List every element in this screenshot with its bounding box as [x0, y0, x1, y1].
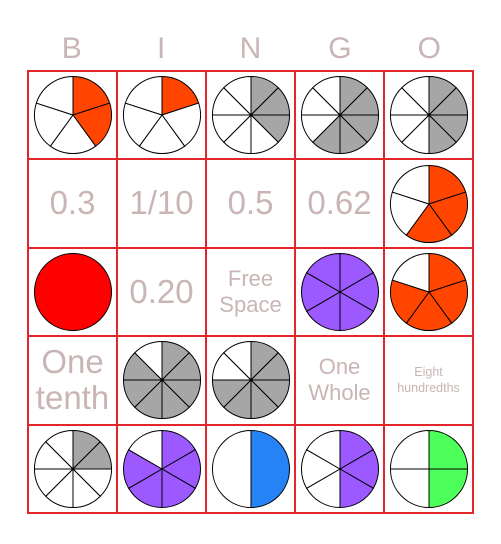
- fraction-pie-icon: [211, 76, 290, 155]
- pie-slice-empty: [389, 429, 429, 470]
- bingo-cell-o2[interactable]: [384, 159, 473, 248]
- bingo-cell-o3[interactable]: [384, 247, 473, 337]
- bingo-cell-b4[interactable]: One tenth: [28, 336, 117, 425]
- fraction-pie-icon: [389, 429, 468, 508]
- cell-text: One Whole: [308, 354, 371, 406]
- pie-slice-empty: [389, 468, 429, 508]
- bingo-cell-b1[interactable]: [28, 71, 117, 160]
- fraction-pie-icon: [300, 252, 379, 332]
- fraction-pie-icon: [211, 341, 290, 420]
- header-letter-i: I: [156, 32, 166, 65]
- header-letter-n: N: [239, 32, 262, 65]
- bingo-cell-n3[interactable]: Free Space: [206, 247, 295, 337]
- fraction-pie-icon: [300, 429, 379, 508]
- header-letter-o: O: [417, 32, 441, 65]
- fraction-pie-icon: [389, 164, 468, 243]
- pie-slice-empty: [211, 429, 251, 508]
- fraction-pie-icon: [389, 76, 468, 155]
- pie-center: [338, 113, 341, 117]
- bingo-cell-i3[interactable]: 0.20: [117, 247, 206, 337]
- bingo-cell-i2[interactable]: 1/10: [117, 159, 206, 248]
- cell-text: 0.3: [49, 184, 96, 222]
- cell-text: 1/10: [129, 184, 194, 222]
- bingo-cell-g5[interactable]: [295, 424, 384, 513]
- fraction-pie-icon: [122, 76, 201, 155]
- bingo-grid: 0.3 1/10 0.5 0.62 0.20 Free Space One tenth One…: [27, 70, 474, 514]
- pie-slice-filled: [250, 429, 290, 508]
- cell-text: 0.20: [129, 272, 194, 310]
- pie-slice: [33, 252, 112, 332]
- bingo-cell-n5[interactable]: [206, 424, 295, 513]
- pie-center: [427, 113, 430, 117]
- fraction-pie-icon: [33, 76, 112, 155]
- bingo-cell-i1[interactable]: [117, 71, 206, 160]
- fraction-pie-icon: [33, 429, 112, 508]
- bingo-cell-b5[interactable]: [28, 424, 117, 513]
- bingo-cell-g4[interactable]: One Whole: [295, 336, 384, 425]
- bingo-cell-g3[interactable]: [295, 247, 384, 337]
- bingo-cell-o5[interactable]: [384, 424, 473, 513]
- bingo-cell-n4[interactable]: [206, 336, 295, 425]
- fraction-pie-icon: [211, 429, 290, 508]
- fraction-pie-icon: [122, 429, 201, 508]
- fraction-pie-icon: [300, 76, 379, 155]
- bingo-cell-n2[interactable]: 0.5: [206, 159, 295, 248]
- bingo-cell-i4[interactable]: [117, 336, 206, 425]
- fraction-pie-icon: [33, 252, 112, 332]
- pie-center: [249, 113, 252, 117]
- pie-slice-filled: [428, 468, 468, 508]
- cell-text: Eight hundredths: [397, 364, 460, 396]
- fraction-pie-icon: [389, 252, 468, 332]
- pie-center: [71, 467, 74, 471]
- bingo-cell-o4[interactable]: Eight hundredths: [384, 336, 473, 425]
- bingo-cell-n1[interactable]: [206, 71, 295, 160]
- bingo-cell-o1[interactable]: [384, 71, 473, 160]
- bingo-cell-b2[interactable]: 0.3: [28, 159, 117, 248]
- header-letter-b: B: [61, 32, 82, 65]
- bingo-cell-b3[interactable]: [28, 247, 117, 337]
- bingo-cell-i5[interactable]: [117, 424, 206, 513]
- cell-text: 0.5: [227, 184, 274, 222]
- fraction-pie-icon: [122, 341, 201, 420]
- pie-center: [249, 378, 252, 382]
- cell-text: 0.62: [307, 184, 372, 222]
- bingo-cell-g1[interactable]: [295, 71, 384, 160]
- cell-text: One tenth: [35, 343, 110, 417]
- header-letter-g: G: [328, 32, 352, 65]
- bingo-cell-g2[interactable]: 0.62: [295, 159, 384, 248]
- pie-center: [160, 378, 163, 382]
- cell-text: Free Space: [219, 265, 282, 317]
- pie-slice-filled: [428, 429, 468, 470]
- bingo-header: B I N G O: [27, 28, 474, 70]
